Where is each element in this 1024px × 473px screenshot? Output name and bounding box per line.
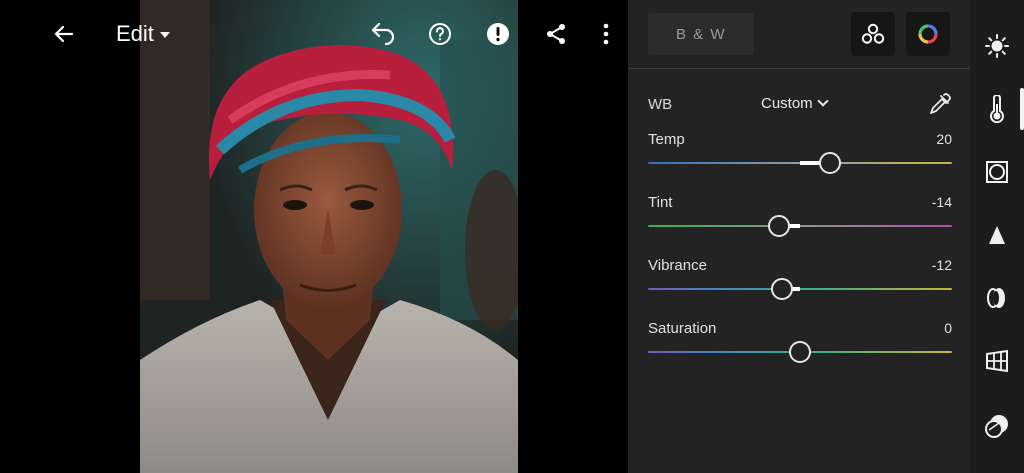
slider-saturation: Saturation 0 xyxy=(648,320,952,368)
slider-tint-label: Tint xyxy=(648,194,673,211)
undo-icon[interactable] xyxy=(362,14,402,54)
portrait-image xyxy=(140,0,518,473)
bw-button[interactable]: B & W xyxy=(648,13,754,55)
edit-panel: B & W WB Custom Temp 20 Tint -14 Vibranc… xyxy=(628,0,970,473)
wb-preset-value: Custom xyxy=(761,95,813,112)
slider-vibrance-label: Vibrance xyxy=(648,257,707,274)
slider-temp-thumb[interactable] xyxy=(819,152,842,174)
panel-header: B & W xyxy=(628,0,970,69)
help-icon[interactable] xyxy=(420,14,460,54)
share-icon[interactable] xyxy=(536,14,576,54)
slider-vibrance-track[interactable] xyxy=(648,288,952,290)
chevron-down-icon xyxy=(817,95,829,107)
slider-temp-label: Temp xyxy=(648,131,685,148)
edit-mode-label: Edit xyxy=(116,21,154,46)
slider-tint-value[interactable]: -14 xyxy=(932,194,952,210)
detail-icon[interactable] xyxy=(982,220,1012,250)
slider-vibrance-thumb[interactable] xyxy=(770,278,793,300)
wb-preset-dropdown[interactable]: Custom xyxy=(761,95,829,112)
geometry-icon[interactable] xyxy=(982,346,1012,376)
tool-rail xyxy=(970,0,1024,473)
slider-temp-value[interactable]: 20 xyxy=(936,131,952,147)
eyedropper-icon[interactable] xyxy=(928,92,954,118)
caret-down-icon xyxy=(159,32,170,38)
optics-icon[interactable] xyxy=(982,283,1012,313)
healing-icon[interactable] xyxy=(982,411,1012,441)
more-vertical-icon[interactable] xyxy=(586,14,626,54)
slider-vibrance-value[interactable]: -12 xyxy=(932,257,952,273)
slider-saturation-thumb[interactable] xyxy=(789,341,811,363)
color-wheel-icon[interactable] xyxy=(906,12,950,56)
photo-preview[interactable] xyxy=(140,0,518,473)
slider-tint: Tint -14 xyxy=(648,194,952,242)
slider-tint-thumb[interactable] xyxy=(767,215,790,237)
back-arrow-icon[interactable] xyxy=(44,14,84,54)
color-thermometer-icon[interactable] xyxy=(982,94,1012,124)
active-tool-indicator xyxy=(1020,88,1024,130)
photo-canvas: Edit xyxy=(0,0,628,473)
effects-icon[interactable] xyxy=(982,157,1012,187)
slider-saturation-value[interactable]: 0 xyxy=(944,320,952,336)
wb-label: WB xyxy=(648,96,673,113)
light-icon[interactable] xyxy=(982,31,1012,61)
edit-mode-dropdown[interactable]: Edit xyxy=(116,14,170,54)
slider-vibrance: Vibrance -12 xyxy=(648,257,952,305)
slider-temp: Temp 20 xyxy=(648,131,952,179)
slider-tint-track[interactable] xyxy=(648,225,952,227)
slider-saturation-label: Saturation xyxy=(648,320,717,337)
profiles-icon[interactable] xyxy=(851,12,895,56)
white-balance-row: WB Custom xyxy=(648,92,952,118)
alert-icon[interactable] xyxy=(478,14,518,54)
